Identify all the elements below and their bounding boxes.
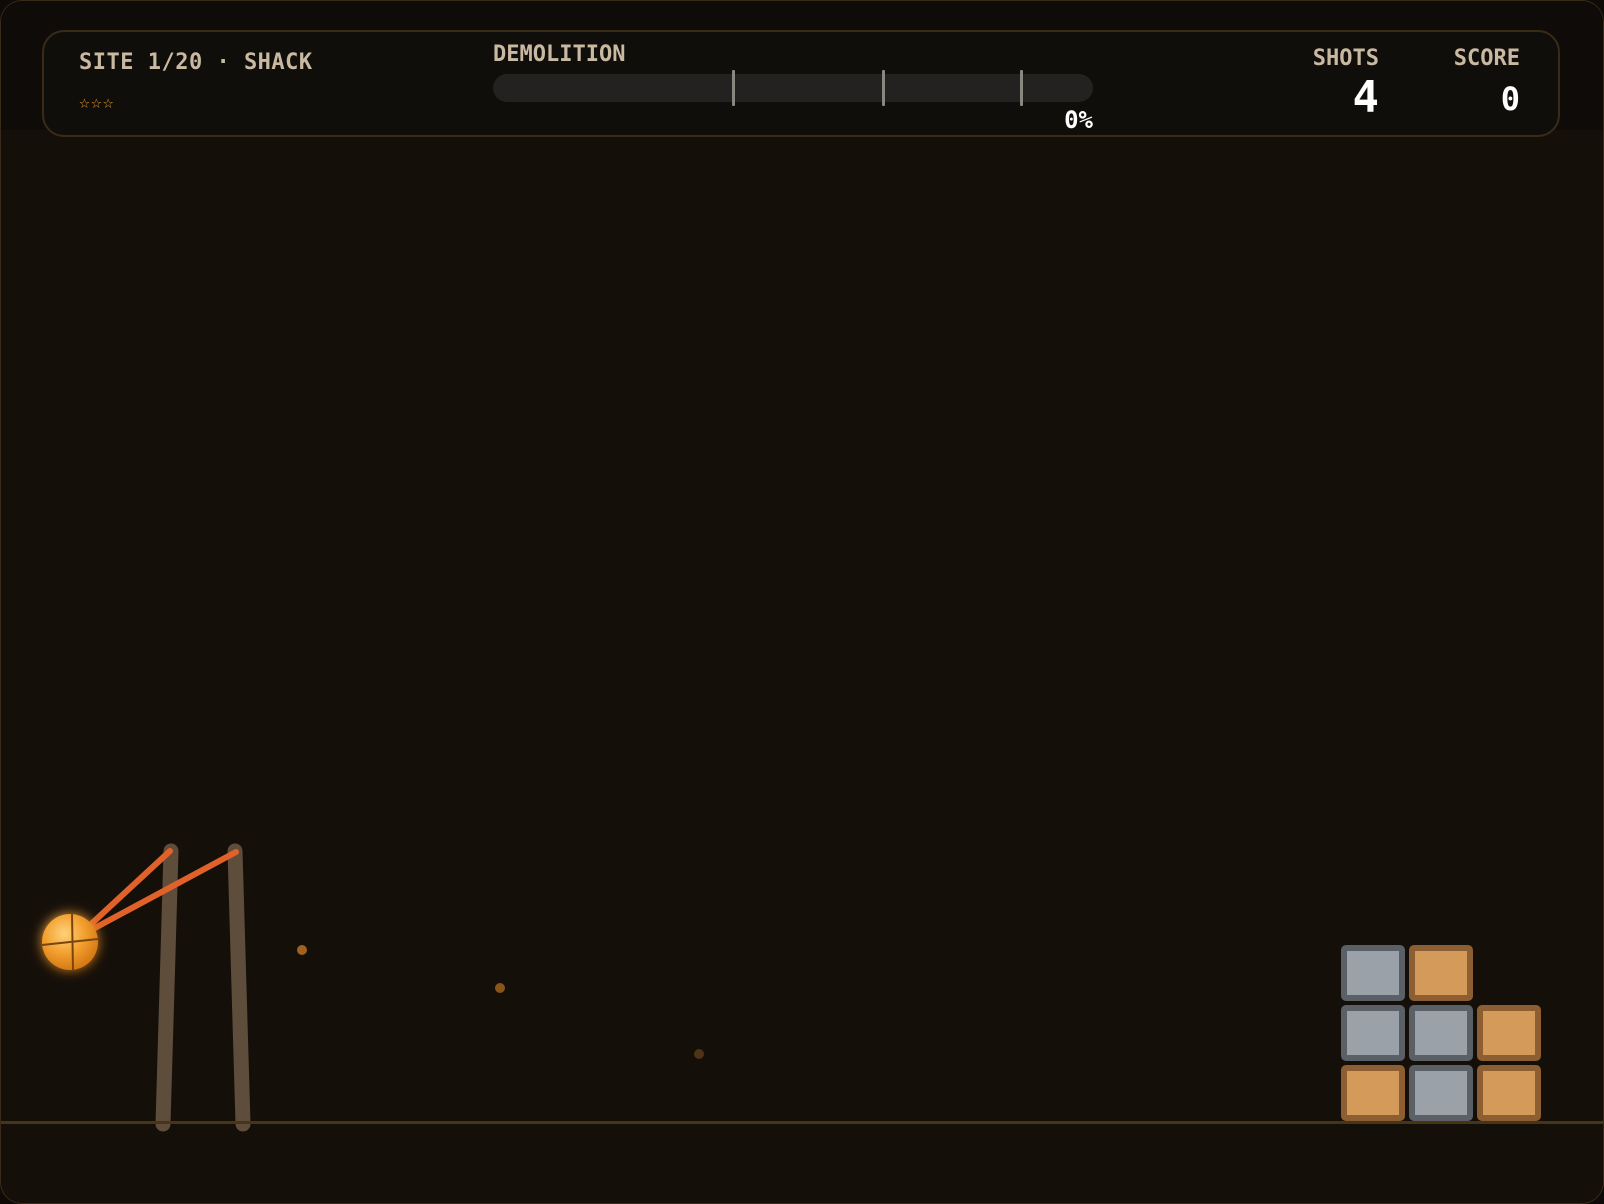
wood-block (1409, 945, 1473, 1001)
ground-line (1, 1121, 1603, 1124)
wood-block (1341, 1065, 1405, 1121)
trajectory-dot (694, 1049, 704, 1059)
wrecking-ball-icon[interactable] (41, 913, 99, 971)
trajectory-dot (297, 945, 307, 955)
sling-band-front (86, 848, 173, 929)
stone-block (1341, 945, 1405, 1001)
stone-block (1409, 1005, 1473, 1061)
trajectory-dots (297, 945, 704, 1059)
wood-block (1477, 1005, 1541, 1061)
wood-block (1477, 1065, 1541, 1121)
stone-block (1341, 1005, 1405, 1061)
slingshot-icon[interactable] (155, 843, 251, 1132)
stone-block (1409, 1065, 1473, 1121)
slingshot-post-back (227, 843, 251, 1132)
trajectory-dot (495, 983, 505, 993)
game-canvas[interactable]: SITE 1/20 · SHACK ☆☆☆ DEMOLITION 0% SHOT… (0, 0, 1604, 1204)
